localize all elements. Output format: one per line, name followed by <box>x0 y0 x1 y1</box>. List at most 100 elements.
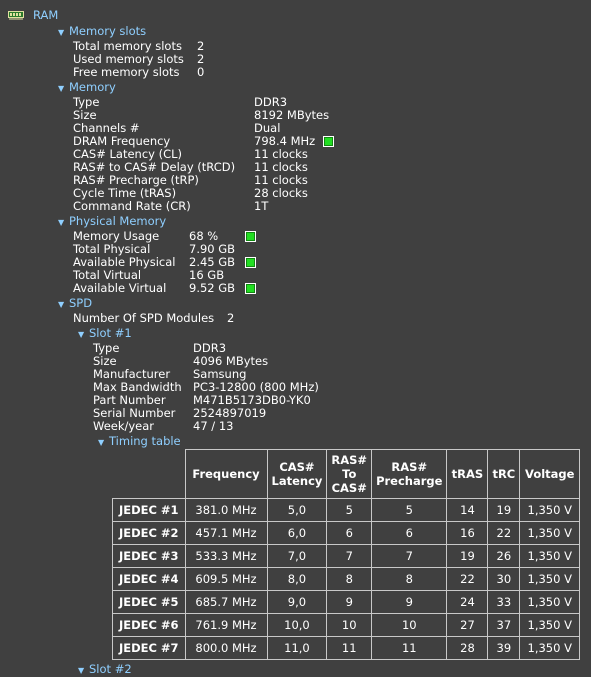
cell-trc: 39 <box>487 636 521 660</box>
status-indicator-icon <box>245 257 256 268</box>
cell-voltage: 1,350 V <box>519 590 581 614</box>
cell-ras-to-cas: 6 <box>326 521 373 545</box>
header-ras-precharge: RAS# Precharge <box>371 449 448 499</box>
status-indicator-icon <box>245 231 256 242</box>
cell-trc: 37 <box>487 613 521 637</box>
cell-ras-to-cas: 5 <box>326 498 373 522</box>
cell-ras-to-cas: 11 <box>326 636 373 660</box>
header-cas-latency: CAS# Latency <box>266 449 328 499</box>
cell-ras-to-cas: 9 <box>326 590 373 614</box>
cell-voltage: 1,350 V <box>519 521 581 545</box>
cell-ras-precharge: 9 <box>371 590 448 614</box>
collapse-arrow-icon[interactable]: ▼ <box>58 82 64 95</box>
label-free-slots: Free memory slots <box>73 65 180 79</box>
cell-voltage: 1,350 V <box>519 636 581 660</box>
section-memory-slots[interactable]: Memory slots <box>69 25 146 38</box>
cell-cas: 5,0 <box>266 498 328 522</box>
corner-cell <box>113 450 186 499</box>
cell-ras-precharge: 10 <box>371 613 448 637</box>
cell-frequency: 381.0 MHz <box>184 498 268 522</box>
value-week-year: 47 / 13 <box>193 419 234 433</box>
cell-tras: 14 <box>446 498 489 522</box>
cell-ras-precharge: 5 <box>371 498 448 522</box>
label-week-year: Week/year <box>93 419 155 433</box>
cell-tras: 24 <box>446 590 489 614</box>
header-frequency: Frequency <box>184 449 268 499</box>
cell-cas: 10,0 <box>266 613 328 637</box>
label-available-virtual: Available Virtual <box>73 281 167 295</box>
collapse-arrow-icon[interactable]: ▼ <box>78 664 84 677</box>
cell-ras-to-cas: 7 <box>326 544 373 568</box>
cell-cas: 11,0 <box>266 636 328 660</box>
table-row: JEDEC #6 761.9 MHz 10,0 10 10 27 37 1,35… <box>112 613 581 637</box>
collapse-arrow-icon[interactable]: ▼ <box>98 436 104 449</box>
cell-cas: 6,0 <box>266 521 328 545</box>
tree-node-ram[interactable]: RAM <box>33 9 58 22</box>
cell-trc: 33 <box>487 590 521 614</box>
cell-ras-precharge: 6 <box>371 521 448 545</box>
cell-trc: 19 <box>487 498 521 522</box>
cell-frequency: 533.3 MHz <box>184 544 268 568</box>
cell-cas: 7,0 <box>266 544 328 568</box>
cell-voltage: 1,350 V <box>519 613 581 637</box>
table-row: JEDEC #5 685.7 MHz 9,0 9 9 24 33 1,350 V <box>112 590 581 614</box>
cell-ras-to-cas: 10 <box>326 613 373 637</box>
section-spd[interactable]: SPD <box>69 297 92 310</box>
value-spd-modules: 2 <box>227 311 235 325</box>
section-slot-1[interactable]: Slot #1 <box>89 327 132 340</box>
cell-ras-to-cas: 8 <box>326 567 373 591</box>
cell-cas: 9,0 <box>266 590 328 614</box>
value-command-rate: 1T <box>254 199 269 213</box>
header-ras-to-cas: RAS# To CAS# <box>326 449 373 499</box>
row-header: JEDEC #2 <box>112 521 186 545</box>
cell-frequency: 761.9 MHz <box>184 613 268 637</box>
section-physical-memory[interactable]: Physical Memory <box>69 215 166 228</box>
table-row: JEDEC #1 381.0 MHz 5,0 5 5 14 19 1,350 V <box>112 498 581 522</box>
row-header: JEDEC #1 <box>112 498 186 522</box>
row-header: JEDEC #6 <box>112 613 186 637</box>
status-indicator-icon <box>323 136 334 147</box>
header-tras: tRAS <box>446 449 489 499</box>
cell-frequency: 685.7 MHz <box>184 590 268 614</box>
cell-trc: 26 <box>487 544 521 568</box>
cell-cas: 8,0 <box>266 567 328 591</box>
collapse-arrow-icon[interactable]: ▼ <box>58 26 64 39</box>
row-header: JEDEC #5 <box>112 590 186 614</box>
section-slot-2[interactable]: Slot #2 <box>89 663 132 676</box>
collapse-arrow-icon[interactable]: ▼ <box>78 328 84 341</box>
section-memory[interactable]: Memory <box>69 81 116 94</box>
header-trc: tRC <box>487 449 521 499</box>
timing-table: Frequency CAS# Latency RAS# To CAS# RAS# Pre… <box>112 449 581 660</box>
collapse-arrow-icon[interactable]: ▼ <box>58 298 64 311</box>
cell-frequency: 800.0 MHz <box>184 636 268 660</box>
cell-tras: 27 <box>446 613 489 637</box>
cell-tras: 22 <box>446 567 489 591</box>
header-voltage: Voltage <box>519 449 581 499</box>
cell-frequency: 457.1 MHz <box>184 521 268 545</box>
table-row: JEDEC #4 609.5 MHz 8,0 8 8 22 30 1,350 V <box>112 567 581 591</box>
cell-voltage: 1,350 V <box>519 498 581 522</box>
cell-trc: 22 <box>487 521 521 545</box>
row-header: JEDEC #7 <box>112 636 186 660</box>
row-header: JEDEC #3 <box>112 544 186 568</box>
ram-module-icon <box>8 11 24 20</box>
timing-header-row: Frequency CAS# Latency RAS# To CAS# RAS# Pre… <box>113 449 581 499</box>
row-header: JEDEC #4 <box>112 567 186 591</box>
cell-tras: 28 <box>446 636 489 660</box>
cell-voltage: 1,350 V <box>519 567 581 591</box>
label-spd-modules: Number Of SPD Modules <box>73 311 215 325</box>
cell-ras-precharge: 11 <box>371 636 448 660</box>
cell-tras: 16 <box>446 521 489 545</box>
cell-ras-precharge: 8 <box>371 567 448 591</box>
table-row: JEDEC #7 800.0 MHz 11,0 11 11 28 39 1,35… <box>112 636 581 660</box>
cell-trc: 30 <box>487 567 521 591</box>
table-row: JEDEC #3 533.3 MHz 7,0 7 7 19 26 1,350 V <box>112 544 581 568</box>
table-row: JEDEC #2 457.1 MHz 6,0 6 6 16 22 1,350 V <box>112 521 581 545</box>
status-indicator-icon <box>245 283 256 294</box>
value-free-slots: 0 <box>197 65 205 79</box>
section-timing-table[interactable]: Timing table <box>109 435 181 448</box>
collapse-arrow-icon[interactable]: ▼ <box>58 216 64 229</box>
value-available-virtual: 9.52 GB <box>189 281 236 295</box>
cell-ras-precharge: 7 <box>371 544 448 568</box>
cell-frequency: 609.5 MHz <box>184 567 268 591</box>
